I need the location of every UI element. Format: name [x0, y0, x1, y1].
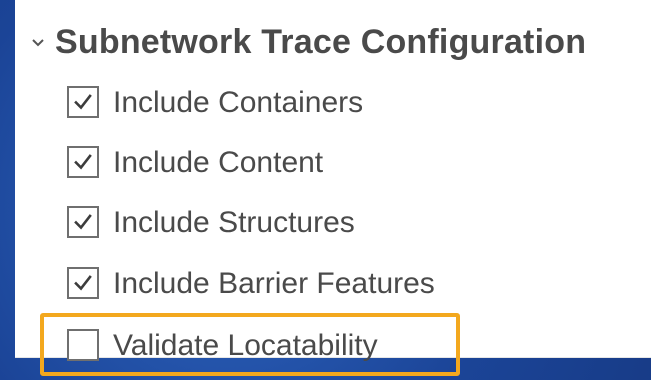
checkbox-include-content[interactable]: [67, 146, 99, 178]
option-validate-locatability[interactable]: Validate Locatability: [67, 325, 378, 365]
chevron-down-icon[interactable]: [31, 36, 45, 50]
option-include-content[interactable]: Include Content: [67, 142, 323, 182]
checkbox-validate-locatability[interactable]: [67, 329, 99, 361]
option-label: Validate Locatability: [113, 329, 378, 362]
check-icon: [74, 154, 92, 170]
section-header[interactable]: Subnetwork Trace Configuration: [31, 22, 586, 62]
option-include-barrier-features[interactable]: Include Barrier Features: [67, 263, 435, 303]
option-label: Include Content: [113, 146, 324, 179]
check-icon: [74, 214, 92, 230]
option-label: Include Containers: [113, 86, 364, 119]
check-icon: [74, 275, 92, 291]
option-label: Include Barrier Features: [113, 267, 435, 300]
trace-configuration-panel: Subnetwork Trace Configuration Include C…: [15, 0, 651, 376]
checkbox-include-barrier-features[interactable]: [67, 267, 99, 299]
checkbox-include-structures[interactable]: [67, 206, 99, 238]
option-label: Include Structures: [113, 206, 355, 239]
option-include-structures[interactable]: Include Structures: [67, 202, 355, 242]
section-title: Subnetwork Trace Configuration: [55, 22, 587, 61]
checkbox-include-containers[interactable]: [67, 86, 99, 118]
check-icon: [74, 94, 92, 110]
option-include-containers[interactable]: Include Containers: [67, 82, 363, 122]
